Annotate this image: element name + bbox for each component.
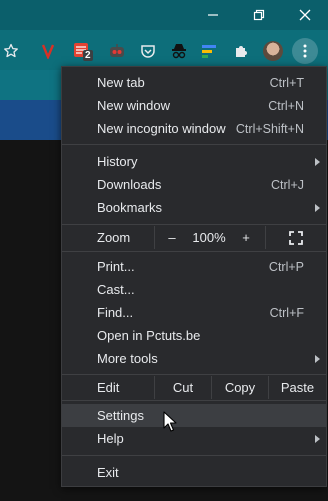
extensions-button[interactable] [230, 40, 252, 62]
extension-bars-icon [202, 45, 216, 58]
submenu-arrow-icon [315, 203, 320, 212]
menu-item-label: History [97, 154, 138, 169]
paste-button[interactable]: Paste [269, 376, 326, 399]
extension-badge: 2 [83, 50, 93, 61]
zoom-label: Zoom [97, 230, 131, 245]
robot-icon [110, 44, 124, 57]
menu-item-new-window[interactable]: New window Ctrl+N [62, 94, 326, 117]
mouse-cursor-icon [163, 411, 177, 432]
menu-item-label: Help [97, 431, 124, 446]
menu-item-label: Print... [97, 259, 135, 274]
menu-item-label: New window [97, 98, 170, 113]
chrome-main-menu: New tab Ctrl+T New window Ctrl+N New inc… [61, 66, 327, 487]
submenu-arrow-icon [315, 434, 320, 443]
menu-item-new-tab[interactable]: New tab Ctrl+T [62, 71, 326, 94]
close-icon [299, 9, 311, 21]
menu-item-history[interactable]: History [62, 150, 326, 173]
menu-divider [62, 251, 326, 252]
shortcut-label: Ctrl+N [268, 98, 304, 113]
submenu-arrow-icon [315, 157, 320, 166]
zoom-row: Zoom – 100% + [62, 226, 326, 249]
menu-item-label: New incognito window [97, 121, 226, 136]
restore-icon [253, 9, 265, 21]
edit-row: Edit Cut Copy Paste [62, 376, 326, 399]
edit-label: Edit [97, 380, 120, 395]
extension-bars-button[interactable] [199, 40, 221, 62]
menu-item-exit[interactable]: Exit [62, 461, 326, 484]
menu-item-new-incognito-window[interactable]: New incognito window Ctrl+Shift+N [62, 117, 326, 140]
pocket-icon [141, 45, 155, 58]
extension-vivaldi-button[interactable] [37, 40, 59, 62]
fullscreen-icon [289, 230, 303, 245]
star-icon [4, 43, 18, 58]
bookmark-star-button[interactable] [0, 40, 22, 62]
vivaldi-v-icon [41, 44, 55, 59]
minimize-button[interactable] [190, 0, 236, 30]
zoom-in-button[interactable]: + [229, 226, 263, 249]
menu-item-label: Find... [97, 305, 134, 320]
menu-item-label: Exit [97, 465, 119, 480]
restore-button[interactable] [236, 0, 282, 30]
copy-button[interactable]: Copy [212, 376, 268, 399]
profile-button[interactable] [262, 40, 284, 62]
menu-item-downloads[interactable]: Downloads Ctrl+J [62, 173, 326, 196]
menu-divider [62, 224, 326, 225]
menu-item-label: Bookmarks [97, 200, 163, 215]
shortcut-label: Ctrl+Shift+N [235, 121, 304, 136]
menu-item-label: Settings [97, 408, 144, 423]
close-button[interactable] [282, 0, 328, 30]
menu-item-open-in-pctuts[interactable]: Open in Pctuts.be [62, 324, 326, 347]
kebab-menu-icon [303, 44, 307, 58]
menu-divider [62, 400, 326, 401]
menu-divider [62, 144, 326, 145]
extension-robot-button[interactable] [106, 40, 128, 62]
menu-item-label: New tab [97, 75, 145, 90]
menu-item-cast[interactable]: Cast... [62, 278, 326, 301]
extension-todoist-button[interactable]: 2 [71, 40, 93, 62]
title-bar [0, 0, 328, 30]
extension-pocket-button[interactable] [137, 40, 159, 62]
incognito-icon [172, 44, 186, 59]
menu-item-bookmarks[interactable]: Bookmarks [62, 196, 326, 219]
shortcut-label: Ctrl+P [268, 259, 304, 274]
menu-item-find[interactable]: Find... Ctrl+F [62, 301, 326, 324]
chrome-menu-button[interactable] [292, 38, 318, 64]
menu-divider [62, 374, 326, 375]
cut-button[interactable]: Cut [155, 376, 211, 399]
menu-item-print[interactable]: Print... Ctrl+P [62, 255, 326, 278]
zoom-level: 100% [192, 230, 226, 245]
menu-item-label: More tools [97, 351, 158, 366]
puzzle-icon [236, 46, 247, 57]
avatar [263, 41, 283, 61]
menu-item-label: Open in Pctuts.be [97, 328, 201, 343]
menu-item-more-tools[interactable]: More tools [62, 347, 326, 370]
menu-item-label: Downloads [97, 177, 162, 192]
shortcut-label: Ctrl+J [271, 177, 304, 192]
zoom-out-button[interactable]: – [155, 226, 189, 249]
menu-divider [62, 455, 326, 456]
menu-item-settings[interactable]: Settings [62, 404, 326, 427]
shortcut-label: Ctrl+F [269, 305, 304, 320]
extension-incognito-button[interactable] [168, 40, 190, 62]
shortcut-label: Ctrl+T [269, 75, 304, 90]
minimize-icon [208, 14, 218, 16]
fullscreen-button[interactable] [266, 226, 326, 249]
menu-item-label: Cast... [97, 282, 135, 297]
submenu-arrow-icon [315, 354, 320, 363]
menu-item-help[interactable]: Help [62, 427, 326, 450]
